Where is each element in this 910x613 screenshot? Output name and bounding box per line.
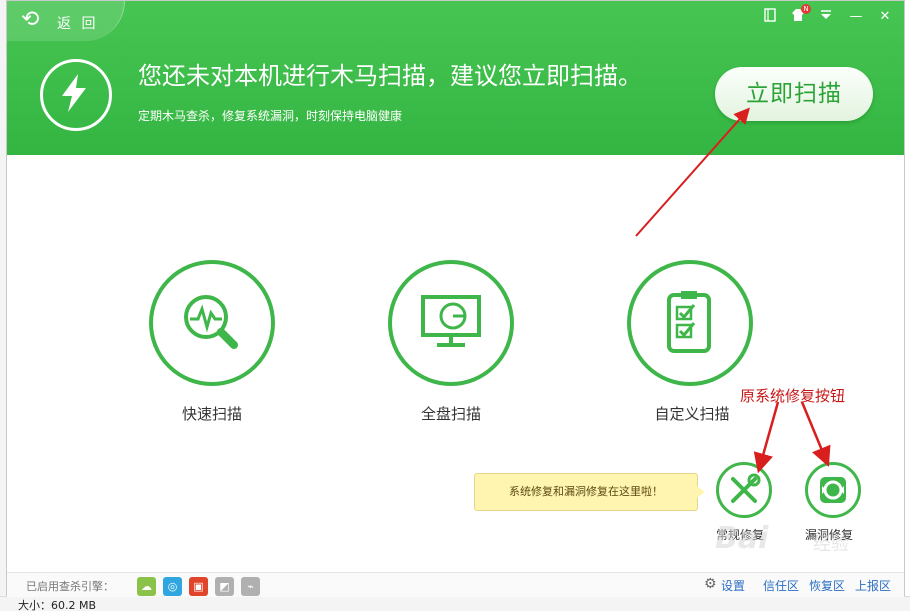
annotation-arrows bbox=[635, 107, 831, 474]
arrow-to-vulnerability-repair bbox=[800, 401, 831, 467]
arrow-to-scan-now bbox=[635, 107, 750, 237]
arrow-to-normal-repair bbox=[753, 401, 780, 474]
